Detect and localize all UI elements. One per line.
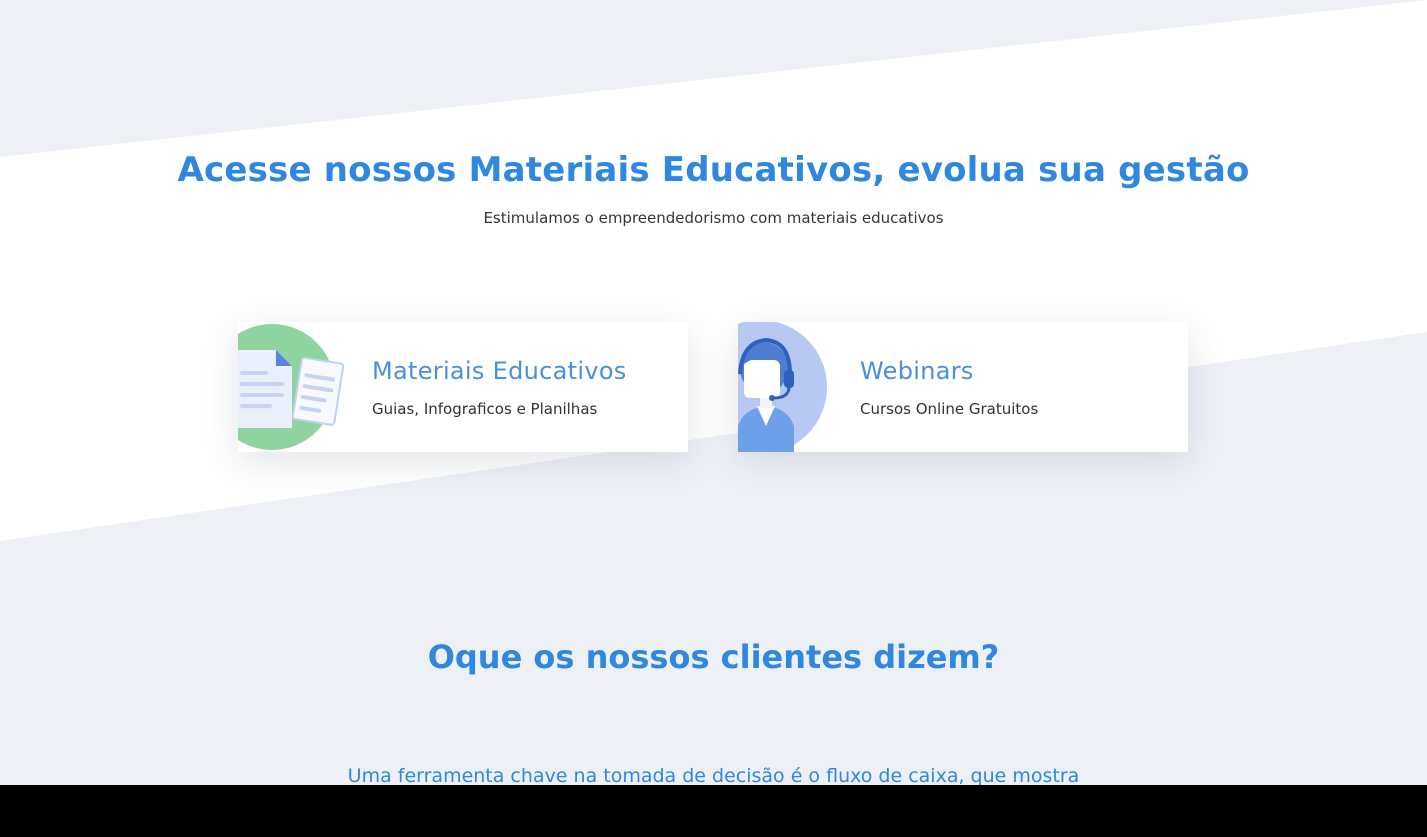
card-description: Cursos Online Gratuitos bbox=[860, 400, 1039, 418]
testimonials-title: Oque os nossos clientes dizem? bbox=[427, 638, 1000, 676]
page-title: Acesse nossos Materiais Educativos, evol… bbox=[177, 150, 1250, 190]
card-title: Materiais Educativos bbox=[372, 357, 627, 385]
card-description: Guias, Infograficos e Planilhas bbox=[372, 400, 598, 418]
card-materiais-educativos[interactable]: Materiais Educativos Guias, Infograficos… bbox=[238, 322, 688, 452]
page-subtitle: Estimulamos o empreendedorismo com mater… bbox=[483, 209, 944, 227]
diagonal-background-band bbox=[0, 0, 1427, 541]
documents-icon bbox=[238, 324, 345, 450]
card-title: Webinars bbox=[860, 357, 974, 385]
testimonial-quote: Uma ferramenta chave na tomada de decisã… bbox=[347, 765, 1080, 787]
bottom-bar bbox=[0, 785, 1427, 837]
card-webinars[interactable]: Webinars Cursos Online Gratuitos bbox=[738, 322, 1188, 452]
support-agent-icon bbox=[738, 322, 827, 452]
